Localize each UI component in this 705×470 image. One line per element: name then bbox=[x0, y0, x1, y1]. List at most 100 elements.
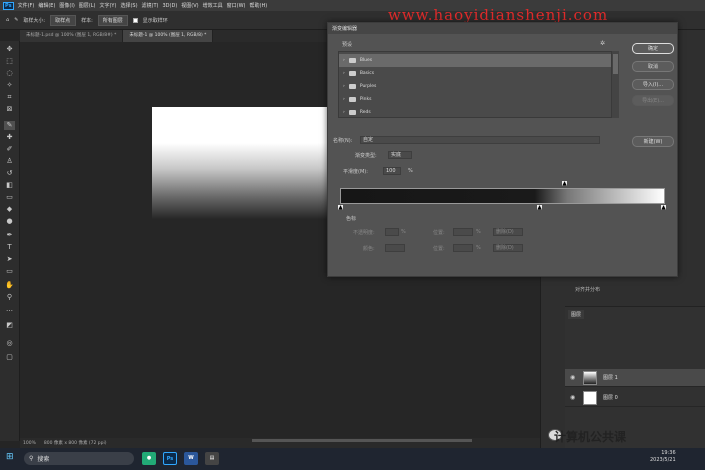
import-button[interactable]: 导入(I)... bbox=[632, 79, 674, 90]
opacity-location-unit: % bbox=[476, 229, 481, 235]
type-tool-icon[interactable]: T bbox=[4, 243, 15, 252]
menu-help[interactable]: 帮助(H) bbox=[250, 2, 268, 9]
opacity-stop-icon[interactable]: ▲ bbox=[562, 181, 567, 187]
color-stop-icon[interactable]: ▲ bbox=[661, 205, 666, 211]
hand-tool-icon[interactable]: ✋ bbox=[4, 281, 15, 290]
color-swatch[interactable] bbox=[385, 244, 405, 252]
gradient-preview-bar[interactable] bbox=[340, 188, 665, 204]
folder-icon bbox=[348, 97, 356, 102]
show-ring-checkbox[interactable] bbox=[132, 17, 138, 23]
tab-document-1[interactable]: 未标题-1.psd @ 100% (图层 1, RGB/8#) * bbox=[20, 30, 124, 42]
eyedropper-tool-icon[interactable]: ✎ bbox=[4, 121, 15, 130]
quick-mask-icon[interactable]: ◎ bbox=[4, 339, 15, 348]
zoom-tool-icon[interactable]: ⚲ bbox=[4, 293, 15, 302]
menu-view[interactable]: 视图(V) bbox=[181, 2, 198, 9]
opacity-location-field[interactable] bbox=[453, 228, 473, 236]
color-label: 颜色: bbox=[363, 246, 375, 252]
history-brush-tool-icon[interactable]: ↺ bbox=[4, 169, 15, 178]
taskbar-clock[interactable]: 19:36 2023/5/21 bbox=[650, 450, 676, 464]
scroll-thumb[interactable] bbox=[613, 54, 618, 74]
layer-row[interactable]: ◉ 图层 1 bbox=[565, 369, 705, 387]
menu-edit[interactable]: 编辑(E) bbox=[38, 2, 55, 9]
menu-file[interactable]: 文件(F) bbox=[18, 2, 35, 9]
screen-mode-icon[interactable]: ▢ bbox=[4, 353, 15, 362]
gradient-tool-icon[interactable]: ▭ bbox=[4, 193, 15, 202]
presets-label[interactable]: 预设 bbox=[342, 41, 352, 48]
menu-layer[interactable]: 图层(L) bbox=[79, 2, 96, 9]
menu-select[interactable]: 选择(S) bbox=[120, 2, 137, 9]
dodge-tool-icon[interactable]: ● bbox=[4, 217, 15, 226]
lasso-tool-icon[interactable]: ◌ bbox=[4, 69, 15, 78]
preset-scrollbar[interactable] bbox=[612, 51, 619, 118]
gear-icon[interactable]: ✲ bbox=[600, 40, 605, 47]
shape-tool-icon[interactable]: ▭ bbox=[4, 267, 15, 276]
tools-panel: ✥ ⬚ ◌ ✧ ⌗ ⊠ ✎ ✚ ✐ ♙ ↺ ◧ ▭ ◆ ● ✒ T ➤ ▭ ✋ … bbox=[0, 41, 20, 441]
ok-button[interactable]: 确定 bbox=[632, 43, 674, 54]
new-button[interactable]: 新建(W) bbox=[632, 136, 674, 147]
preset-name: Blues bbox=[359, 58, 373, 63]
menu-3d[interactable]: 3D(D) bbox=[163, 3, 178, 9]
path-select-tool-icon[interactable]: ➤ bbox=[4, 255, 15, 264]
channel-logo-text: 计算机公共课 bbox=[554, 430, 627, 444]
move-tool-icon[interactable]: ✥ bbox=[4, 45, 15, 54]
word-app-icon[interactable]: W bbox=[184, 452, 198, 465]
blur-tool-icon[interactable]: ◆ bbox=[4, 205, 15, 214]
opacity-delete-button[interactable]: 删除(D) bbox=[493, 228, 523, 236]
menu-plugins[interactable]: 增效工具 bbox=[203, 2, 223, 9]
opacity-field[interactable] bbox=[385, 228, 399, 236]
chevron-right-icon: › bbox=[343, 97, 345, 102]
sample-size-dropdown[interactable]: 取样点 bbox=[50, 14, 77, 26]
cancel-button[interactable]: 取消 bbox=[632, 61, 674, 72]
horizontal-scrollbar[interactable] bbox=[252, 439, 472, 442]
list-item[interactable]: › Basics bbox=[339, 67, 611, 80]
swatch-colors-icon[interactable]: ◩ bbox=[4, 321, 15, 330]
list-item[interactable]: › Pinks bbox=[339, 93, 611, 106]
eraser-tool-icon[interactable]: ◧ bbox=[4, 181, 15, 190]
menu-type[interactable]: 文字(Y) bbox=[99, 2, 116, 9]
pen-tool-icon[interactable]: ✒ bbox=[4, 231, 15, 240]
list-item[interactable]: › Reds bbox=[339, 106, 611, 119]
list-item[interactable]: › Purples bbox=[339, 80, 611, 93]
menu-window[interactable]: 窗口(W) bbox=[227, 2, 246, 9]
color-stop-icon[interactable]: ▲ bbox=[338, 205, 343, 211]
eye-icon[interactable]: ◉ bbox=[570, 374, 575, 381]
brush-tool-icon[interactable]: ✐ bbox=[4, 145, 15, 154]
wechat-app-icon[interactable]: ● bbox=[142, 452, 156, 465]
taskbar-search[interactable]: ⚲ 搜索 bbox=[24, 452, 134, 465]
stamp-tool-icon[interactable]: ♙ bbox=[4, 157, 15, 166]
quick-select-tool-icon[interactable]: ✧ bbox=[4, 81, 15, 90]
photoshop-app-icon[interactable]: Ps bbox=[163, 452, 177, 465]
menu-filter[interactable]: 滤镜(T) bbox=[142, 2, 159, 9]
color-stops-label: 色标 bbox=[346, 216, 357, 222]
home-icon[interactable]: ⌂ bbox=[6, 17, 9, 23]
layer-name: 图层 1 bbox=[603, 375, 618, 381]
healing-tool-icon[interactable]: ✚ bbox=[4, 133, 15, 142]
layer-row[interactable]: ◉ 图层 0 bbox=[565, 389, 705, 407]
folder-app-icon[interactable]: ▤ bbox=[205, 452, 219, 465]
layer-thumbnail bbox=[583, 391, 597, 405]
menu-image[interactable]: 图像(I) bbox=[59, 2, 74, 9]
align-distribute-label: 对齐并分布 bbox=[575, 287, 601, 293]
more-tools-icon[interactable]: … bbox=[4, 305, 15, 314]
preset-name: Reds bbox=[359, 110, 371, 115]
color-delete-button[interactable]: 删除(D) bbox=[493, 244, 523, 252]
windows-start-icon[interactable]: ⊞ bbox=[6, 452, 14, 462]
eyedropper-icon[interactable]: ✎ bbox=[14, 17, 18, 23]
tab-document-2[interactable]: 未标题-1 @ 100% (图层 1, RGB/8) * bbox=[123, 30, 214, 42]
photoshop-logo-icon[interactable]: Ps bbox=[3, 1, 14, 10]
sample-dropdown[interactable]: 所有图层 bbox=[97, 14, 128, 26]
export-button[interactable]: 导出(E)... bbox=[632, 95, 674, 106]
eye-icon[interactable]: ◉ bbox=[570, 394, 575, 401]
list-item[interactable]: › Blues bbox=[339, 54, 611, 67]
zoom-level[interactable]: 100% bbox=[23, 441, 36, 446]
gradient-type-dropdown[interactable]: 实底 bbox=[388, 151, 412, 159]
crop-tool-icon[interactable]: ⌗ bbox=[4, 93, 15, 102]
color-location-field[interactable] bbox=[453, 244, 473, 252]
name-field[interactable]: 自定 bbox=[360, 136, 600, 144]
marquee-tool-icon[interactable]: ⬚ bbox=[4, 57, 15, 66]
tab-layers[interactable]: 图层 bbox=[568, 310, 585, 319]
smoothness-field[interactable]: 100 bbox=[383, 167, 401, 175]
color-stop-icon[interactable]: ▲ bbox=[537, 205, 542, 211]
frame-tool-icon[interactable]: ⊠ bbox=[4, 105, 15, 114]
preset-name: Purples bbox=[359, 84, 377, 89]
